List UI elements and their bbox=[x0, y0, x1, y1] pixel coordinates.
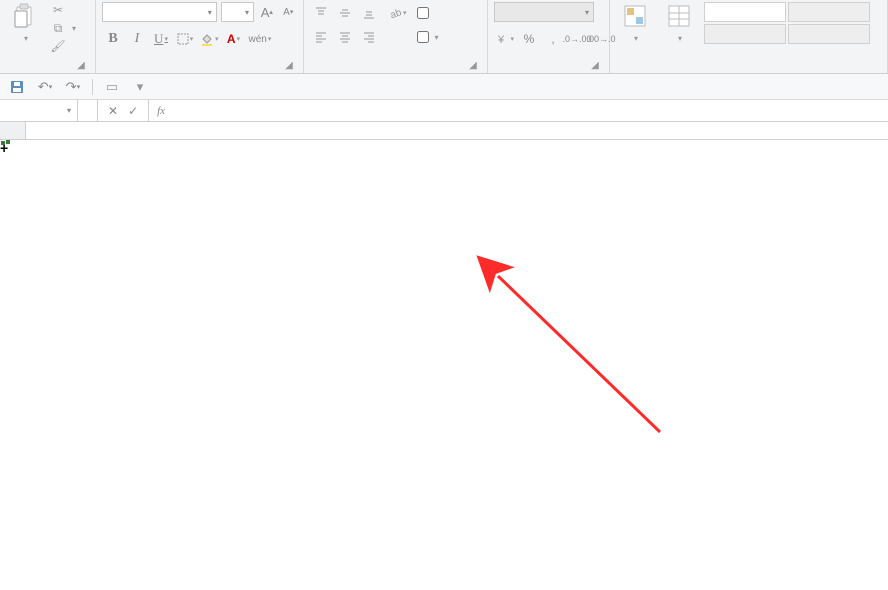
merge-center-button[interactable] bbox=[417, 26, 439, 48]
format-painter-button[interactable]: 🖌 bbox=[50, 38, 76, 54]
border-icon bbox=[177, 33, 189, 45]
currency-icon: ¥ bbox=[496, 32, 509, 46]
font-color-button[interactable]: A bbox=[223, 28, 245, 50]
merge-checkbox[interactable] bbox=[417, 31, 429, 43]
save-button[interactable] bbox=[8, 78, 26, 96]
rotate-icon: ab bbox=[388, 6, 402, 20]
clipboard-dialog-launcher[interactable]: ◢ bbox=[75, 59, 87, 71]
phonetic-button[interactable]: wén bbox=[247, 28, 274, 50]
annotation-arrow bbox=[0, 140, 888, 590]
column-headers bbox=[0, 122, 888, 140]
number-dialog-launcher[interactable]: ◢ bbox=[589, 59, 601, 71]
align-middle-button[interactable] bbox=[334, 2, 356, 24]
orientation-button[interactable]: ab bbox=[386, 2, 409, 24]
name-box[interactable]: ▾ bbox=[0, 100, 78, 121]
fill-handle[interactable] bbox=[0, 140, 6, 146]
fill-color-button[interactable] bbox=[198, 28, 221, 50]
preset-good[interactable] bbox=[704, 24, 786, 44]
paste-button[interactable] bbox=[6, 2, 44, 44]
font-dialog-launcher[interactable]: ◢ bbox=[283, 59, 295, 71]
decrease-decimal-button[interactable]: .00→.0 bbox=[590, 28, 612, 50]
redo-button[interactable]: ↷▾ bbox=[64, 78, 82, 96]
formula-bar: ▾ ✕ ✓ fx bbox=[0, 100, 888, 122]
formula-input[interactable] bbox=[173, 100, 888, 121]
group-number: ▾ ¥ % , .0→.00 .00→.0 ◢ bbox=[488, 0, 610, 73]
confirm-edit-button[interactable]: ✓ bbox=[128, 104, 138, 118]
comma-button[interactable]: , bbox=[542, 28, 564, 50]
svg-text:ab: ab bbox=[389, 7, 402, 20]
align-right-button[interactable] bbox=[358, 26, 380, 48]
percent-button[interactable]: % bbox=[518, 28, 540, 50]
border-button[interactable] bbox=[174, 28, 196, 50]
copy-button[interactable]: ⧉ bbox=[50, 20, 76, 36]
group-font: ▾ ▾ A▴ A▾ B I U A bbox=[96, 0, 304, 73]
font-size-select[interactable]: ▾ bbox=[221, 2, 254, 22]
copy-icon: ⧉ bbox=[50, 20, 66, 36]
italic-button[interactable]: I bbox=[126, 28, 148, 50]
alignment-dialog-launcher[interactable]: ◢ bbox=[467, 59, 479, 71]
select-all-corner[interactable] bbox=[0, 122, 26, 139]
group-styles bbox=[610, 0, 888, 73]
preset-calc[interactable] bbox=[788, 24, 870, 44]
number-format-select[interactable]: ▾ bbox=[494, 2, 594, 22]
cancel-edit-button[interactable]: ✕ bbox=[108, 104, 118, 118]
cut-button[interactable]: ✂ bbox=[50, 2, 76, 18]
preset-bad[interactable] bbox=[788, 2, 870, 22]
conditional-format-button[interactable] bbox=[616, 2, 654, 44]
group-alignment: ab ◢ bbox=[304, 0, 488, 73]
undo-button[interactable]: ↶▾ bbox=[36, 78, 54, 96]
font-name-select[interactable]: ▾ bbox=[102, 2, 217, 22]
bucket-icon bbox=[200, 32, 214, 46]
preset-normal[interactable] bbox=[704, 2, 786, 22]
bold-button[interactable]: B bbox=[102, 28, 124, 50]
align-center-button[interactable] bbox=[334, 26, 356, 48]
ribbon: ✂ ⧉ 🖌 ◢ ▾ bbox=[0, 0, 888, 74]
group-clipboard: ✂ ⧉ 🖌 ◢ bbox=[0, 0, 96, 73]
fx-icon[interactable]: fx bbox=[149, 100, 173, 121]
cell-style-gallery[interactable] bbox=[704, 2, 870, 44]
spreadsheet-grid[interactable]: + bbox=[0, 122, 888, 140]
wrap-text-toggle[interactable] bbox=[417, 2, 439, 24]
brush-icon: 🖌 bbox=[50, 38, 66, 54]
align-bottom-button[interactable] bbox=[358, 2, 380, 24]
shrink-font-button[interactable]: A▾ bbox=[280, 2, 297, 22]
align-left-button[interactable] bbox=[310, 26, 332, 48]
save-icon bbox=[10, 80, 24, 94]
scissors-icon: ✂ bbox=[50, 2, 66, 18]
accounting-format-button[interactable]: ¥ bbox=[494, 28, 516, 50]
svg-text:¥: ¥ bbox=[497, 34, 505, 46]
qat-btn-1[interactable]: ▭ bbox=[103, 78, 121, 96]
increase-decimal-button[interactable]: .0→.00 bbox=[566, 28, 588, 50]
wrap-checkbox[interactable] bbox=[417, 7, 429, 19]
quick-access-toolbar: ↶▾ ↷▾ ▭ ▾ bbox=[0, 74, 888, 100]
align-top-button[interactable] bbox=[310, 2, 332, 24]
underline-button[interactable]: U bbox=[150, 28, 172, 50]
qat-btn-2[interactable]: ▾ bbox=[131, 78, 149, 96]
format-as-table-button[interactable] bbox=[660, 2, 698, 44]
grow-font-button[interactable]: A▴ bbox=[258, 2, 275, 22]
